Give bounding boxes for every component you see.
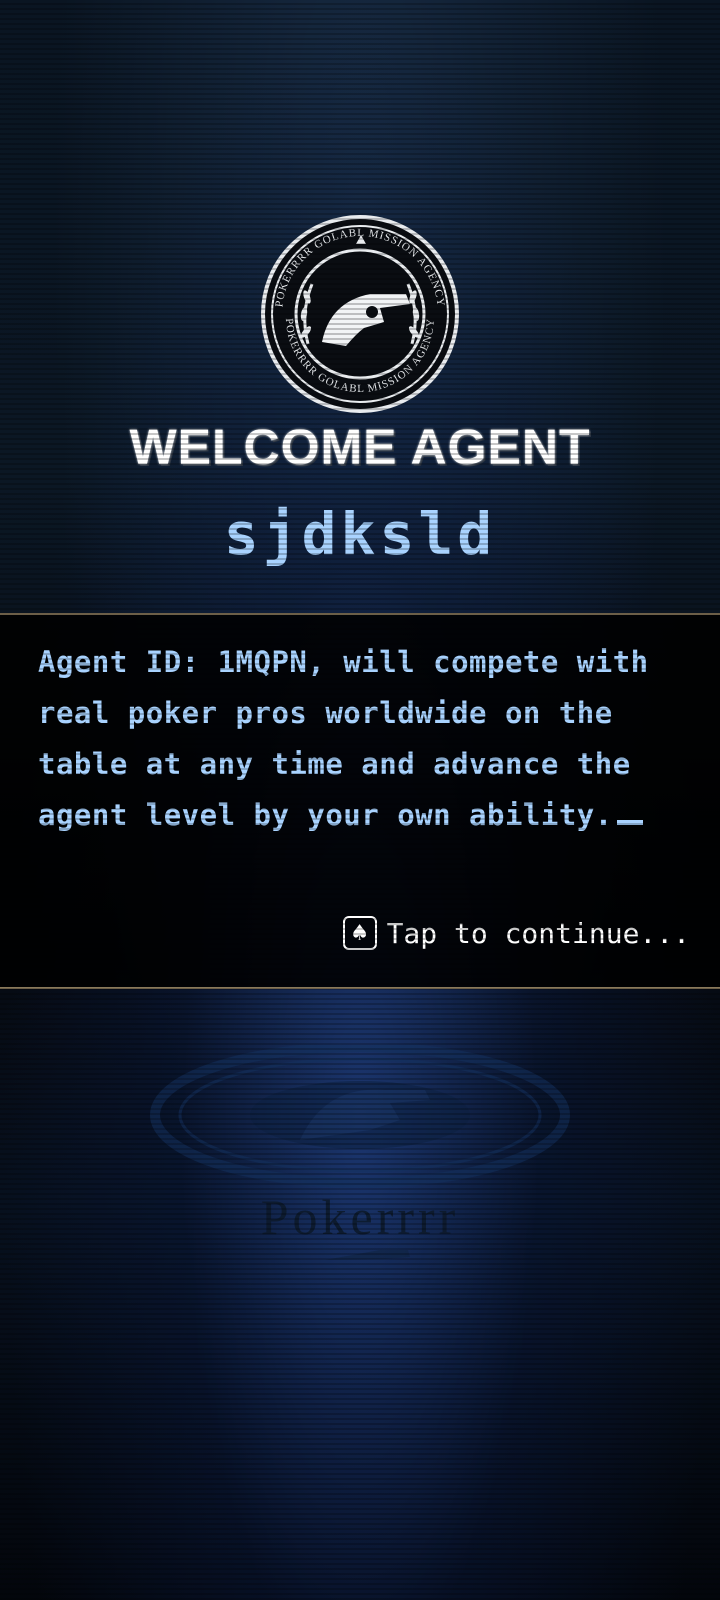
floor-brand-word: Pokerrrr [260, 1189, 460, 1245]
floor-emblem-icon [150, 1045, 570, 1260]
continue-label: Tap to continue... [386, 916, 690, 950]
dialog-panel[interactable]: Agent ID: 1MQPN, will compete with real … [0, 613, 720, 989]
dialog-message-text: Agent ID: 1MQPN, will compete with real … [38, 645, 649, 832]
welcome-title: WELCOME AGENT [129, 419, 591, 475]
dialog-message: Agent ID: 1MQPN, will compete with real … [38, 637, 688, 841]
spade-icon: ♠ [342, 916, 377, 950]
tap-to-continue-button[interactable]: ♠ Tap to continue... [342, 913, 690, 953]
agency-emblem: POKERRRR GOLABL MISSION AGENCY POKERRRR … [260, 214, 460, 414]
agency-emblem-icon: POKERRRR GOLABL MISSION AGENCY POKERRRR … [261, 215, 459, 413]
text-cursor [616, 820, 643, 825]
agent-username: sjdksld [223, 500, 497, 568]
